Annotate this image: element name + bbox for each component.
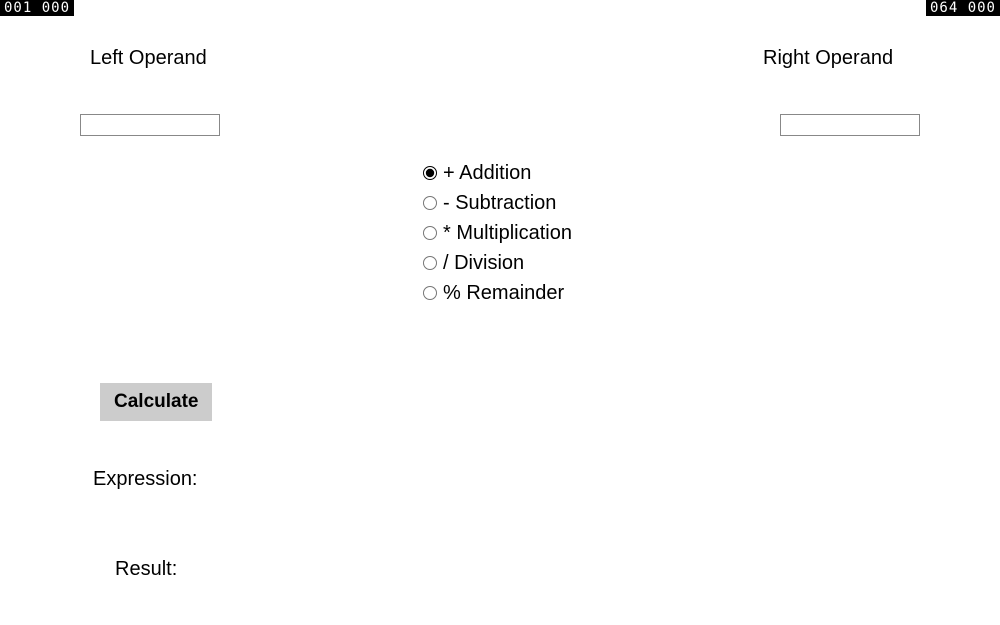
frame-counter-right: 064 000 xyxy=(926,0,1000,16)
operation-row-addition: + Addition xyxy=(423,158,572,188)
result-label: Result: xyxy=(115,558,177,581)
operation-row-multiplication: * Multiplication xyxy=(423,218,572,248)
operation-row-subtraction: - Subtraction xyxy=(423,188,572,218)
radio-subtraction[interactable] xyxy=(423,196,437,210)
radio-remainder[interactable] xyxy=(423,286,437,300)
operation-row-remainder: % Remainder xyxy=(423,278,572,308)
radio-remainder-label[interactable]: % Remainder xyxy=(443,282,564,305)
radio-division-label[interactable]: / Division xyxy=(443,252,524,275)
frame-counter-left: 001 000 xyxy=(0,0,74,16)
operation-row-division: / Division xyxy=(423,248,572,278)
right-operand-label: Right Operand xyxy=(763,47,893,70)
radio-multiplication[interactable] xyxy=(423,226,437,240)
left-operand-input[interactable] xyxy=(80,114,220,136)
radio-addition-label[interactable]: + Addition xyxy=(443,162,531,185)
expression-label: Expression: xyxy=(93,468,198,491)
calculate-button[interactable]: Calculate xyxy=(100,383,212,421)
radio-division[interactable] xyxy=(423,256,437,270)
radio-addition[interactable] xyxy=(423,166,437,180)
radio-multiplication-label[interactable]: * Multiplication xyxy=(443,222,572,245)
operation-radio-group: + Addition - Subtraction * Multiplicatio… xyxy=(423,158,572,308)
right-operand-input[interactable] xyxy=(780,114,920,136)
radio-subtraction-label[interactable]: - Subtraction xyxy=(443,192,556,215)
left-operand-label: Left Operand xyxy=(90,47,207,70)
